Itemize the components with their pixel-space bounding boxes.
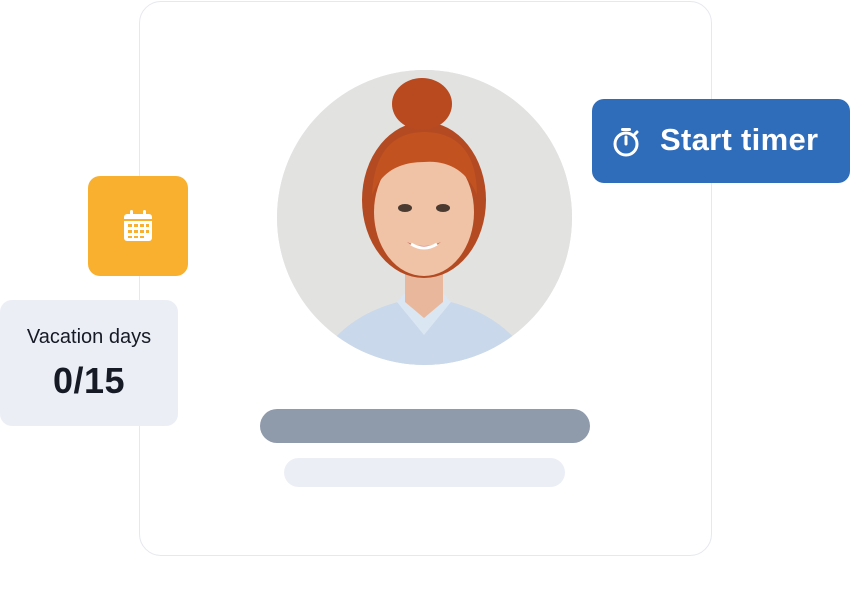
start-timer-label: Start timer [660, 122, 819, 157]
avatar-portrait-image [277, 70, 572, 365]
vacation-days-value: 0/15 [52, 360, 126, 401]
calendar-tile[interactable] [88, 176, 188, 276]
stopwatch-icon [613, 128, 639, 157]
calendar-icon [124, 210, 152, 241]
vacation-days-label: Vacation days [26, 326, 152, 348]
vacation-days-card: Vacation days 0/15 [0, 300, 178, 426]
stage: Start timer Vacation days 0/15 [0, 0, 850, 601]
avatar [277, 70, 572, 365]
subtitle-placeholder-bar [284, 458, 565, 487]
name-placeholder-bar [260, 409, 590, 443]
